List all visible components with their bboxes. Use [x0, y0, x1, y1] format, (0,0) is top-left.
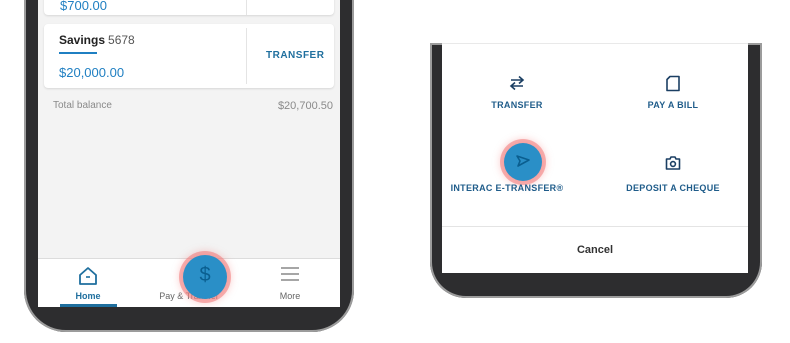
- account-name: Savings 5678: [59, 33, 135, 47]
- total-balance-row: Total balance $20,700.50: [53, 100, 333, 112]
- action-pay-bill-label: PAY A BILL: [647, 100, 699, 110]
- account-name-label: Savings: [59, 33, 106, 47]
- total-balance-label: Total balance: [53, 100, 112, 111]
- active-tab-indicator: [60, 304, 117, 307]
- menu-icon: [280, 266, 300, 287]
- phone-frame-right: TRANSFER PAY A BILL INTERAC E-TRANSFER® …: [430, 43, 762, 298]
- nav-home-label: Home: [75, 291, 101, 301]
- account-card-chequing[interactable]: $700.00: [44, 0, 334, 15]
- tap-indicator: $: [183, 255, 227, 299]
- nav-more[interactable]: More: [240, 259, 340, 307]
- transfer-button[interactable]: TRANSFER: [266, 50, 324, 61]
- account-underline: [59, 52, 97, 54]
- phone-frame-left: $700.00 Savings 5678 $20,000.00 TRANSFER …: [24, 0, 354, 332]
- account-number: 5678: [108, 33, 135, 47]
- account-card-savings[interactable]: Savings 5678 $20,000.00 TRANSFER: [44, 24, 334, 88]
- action-transfer-label: TRANSFER: [491, 100, 543, 110]
- dollar-icon: $: [199, 264, 211, 286]
- account-amount: $20,000.00: [59, 65, 125, 80]
- action-deposit-label: DEPOSIT A CHEQUE: [626, 183, 720, 193]
- sheet-divider: [442, 226, 748, 227]
- send-icon: [504, 152, 542, 175]
- camera-icon: [598, 155, 748, 175]
- card-divider: [246, 0, 247, 15]
- tap-indicator: [504, 143, 542, 181]
- pay-transfer-sheet: TRANSFER PAY A BILL INTERAC E-TRANSFER® …: [442, 43, 748, 273]
- nav-home[interactable]: Home: [38, 259, 138, 307]
- accounts-screen: $700.00 Savings 5678 $20,000.00 TRANSFER …: [38, 0, 340, 307]
- nav-more-label: More: [279, 291, 301, 301]
- action-interac-label: INTERAC E-TRANSFER®: [450, 183, 564, 193]
- account-amount: $700.00: [60, 0, 107, 13]
- home-icon: [78, 266, 98, 291]
- cancel-button[interactable]: Cancel: [442, 244, 748, 256]
- transfer-arrows-icon: [442, 75, 592, 95]
- bill-icon: [598, 75, 748, 95]
- card-divider: [246, 28, 247, 84]
- total-balance-value: $20,700.50: [277, 100, 333, 112]
